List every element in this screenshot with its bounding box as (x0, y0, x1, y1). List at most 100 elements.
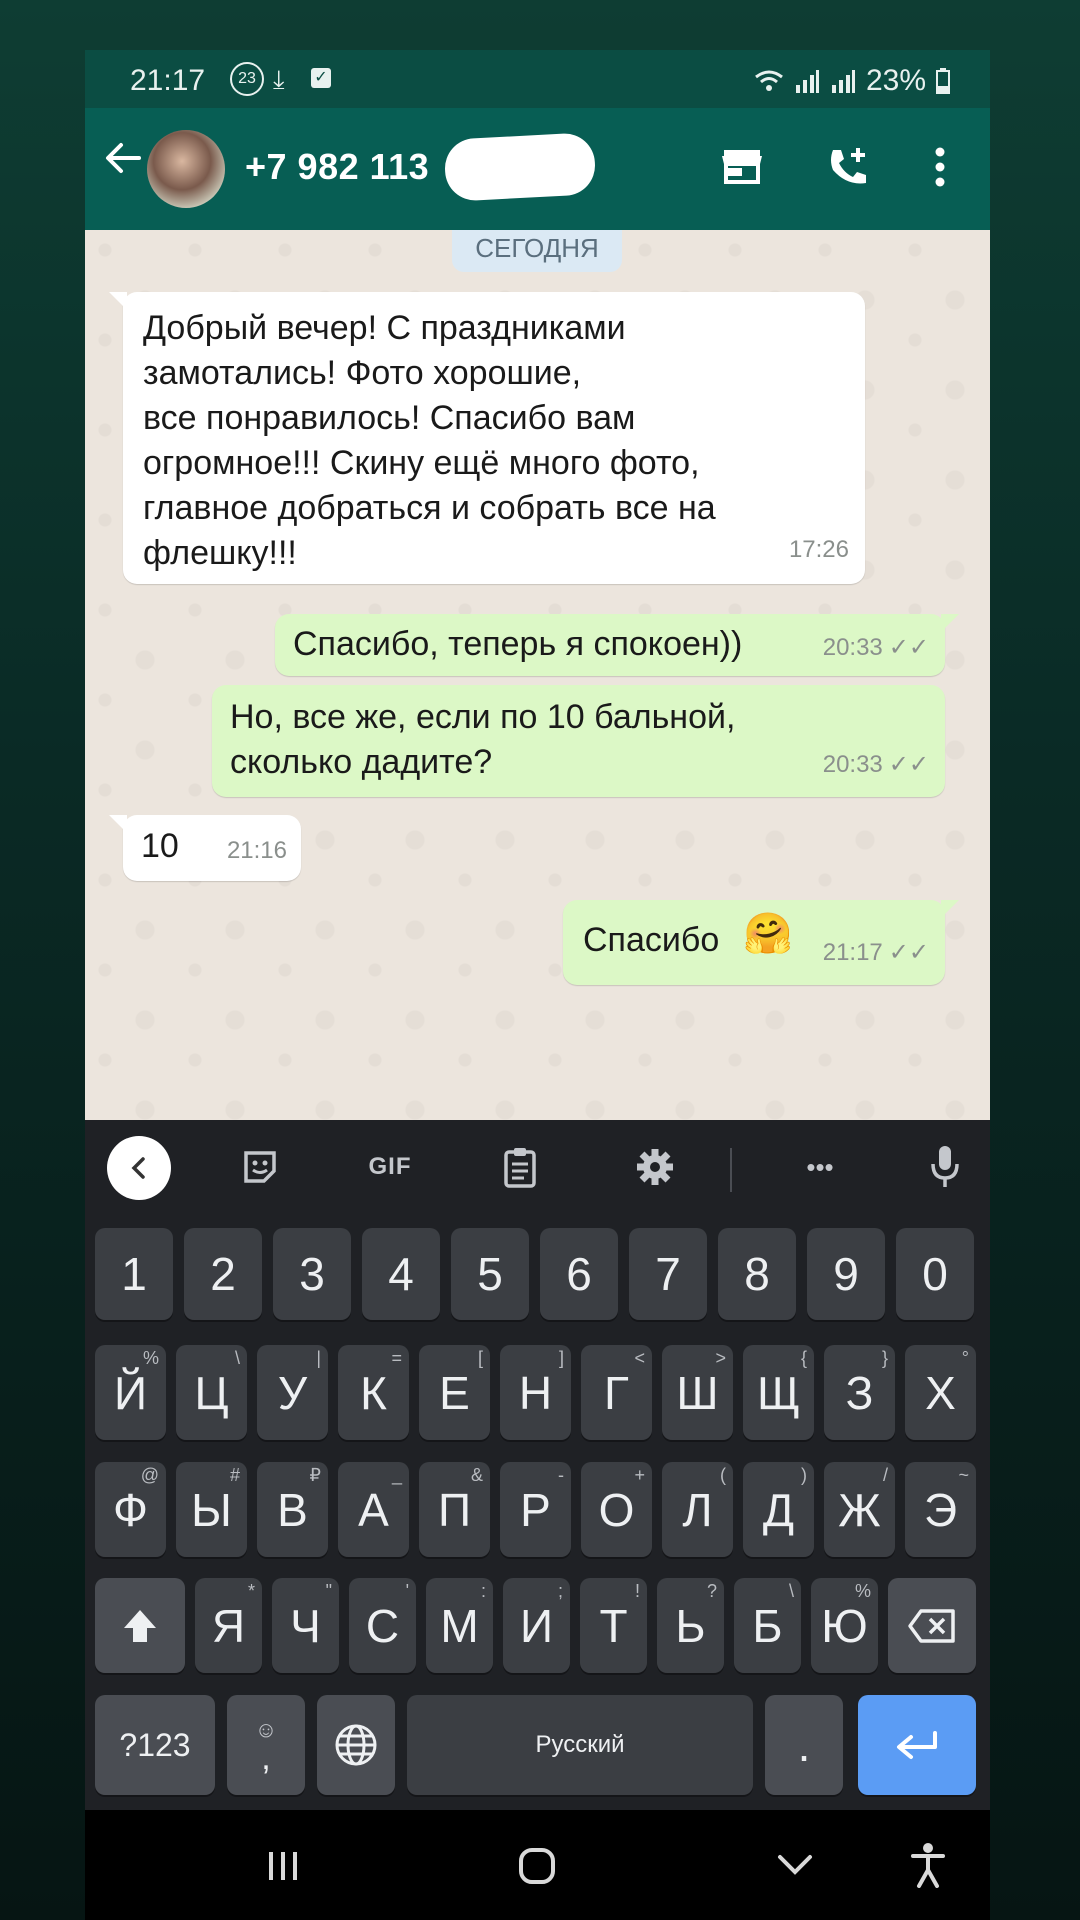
key-letter[interactable]: П & (419, 1462, 490, 1557)
key-label: Ь (675, 1599, 706, 1652)
key-letter[interactable]: Г < (581, 1345, 652, 1440)
message-bubble-outgoing[interactable]: Спасибо 🤗 21:17 ✓✓ (563, 900, 959, 985)
key-letter[interactable]: Ы # (176, 1462, 247, 1557)
message-line: замотались! Фото хорошие, (143, 354, 582, 392)
key-2[interactable]: 2 (184, 1228, 262, 1320)
key-letter[interactable]: М: (426, 1578, 493, 1673)
read-ticks-icon: ✓✓ (888, 634, 929, 661)
key-letter[interactable]: Э ~ (905, 1462, 976, 1557)
key-label: О (598, 1483, 635, 1536)
key-6[interactable]: 6 (540, 1228, 618, 1320)
key-letter[interactable]: З} (824, 1345, 895, 1440)
key-hint: > (715, 1348, 726, 1368)
key-7[interactable]: 7 (629, 1228, 707, 1320)
sticker-button[interactable] (235, 1142, 285, 1192)
key-letter[interactable]: Т! (580, 1578, 647, 1673)
more-options-icon[interactable] (933, 144, 947, 190)
space-bar[interactable]: Русский (407, 1695, 753, 1795)
shop-catalog-icon[interactable] (720, 144, 764, 188)
enter-key[interactable] (858, 1695, 976, 1795)
contact-name[interactable]: +7 982 113 (245, 146, 429, 188)
back-arrow-icon[interactable] (103, 138, 143, 178)
key-letter[interactable]: И; (503, 1578, 570, 1673)
key-letter[interactable]: Ч " (272, 1578, 339, 1673)
more-tools-button[interactable]: ••• (790, 1142, 850, 1192)
key-letter[interactable]: Ф @ (95, 1462, 166, 1557)
key-letter[interactable]: К = (338, 1345, 409, 1440)
key-letter[interactable]: Н] (500, 1345, 571, 1440)
key-hint: + (634, 1465, 645, 1485)
message-bubble-outgoing[interactable]: Спасибо, теперь я спокоен)) 20:33 ✓✓ (275, 614, 959, 676)
key-1[interactable]: 1 (95, 1228, 173, 1320)
key-letter[interactable]: Р- (500, 1462, 571, 1557)
clipboard-button[interactable] (495, 1142, 545, 1192)
key-label: Р (520, 1483, 551, 1536)
key-hint: * (247, 1581, 255, 1601)
microphone-icon (931, 1146, 959, 1187)
key-letter[interactable]: Ю% (811, 1578, 878, 1673)
checkbox-notification-icon: ✓ (311, 68, 331, 88)
key-label: Ы (191, 1483, 232, 1536)
home-icon[interactable] (517, 1846, 557, 1886)
key-label: Т (599, 1599, 628, 1652)
key-letter[interactable]: О + (581, 1462, 652, 1557)
key-letter[interactable]: Д) (743, 1462, 814, 1557)
key-hint: ° (961, 1348, 969, 1368)
key-label: Ж (838, 1483, 881, 1536)
chevron-down-icon[interactable] (775, 1850, 815, 1880)
settings-button[interactable] (630, 1142, 680, 1192)
key-letter[interactable]: Щ{ (743, 1345, 814, 1440)
keyboard-toolbar: GIF ••• (85, 1120, 990, 1215)
voice-input-button[interactable] (925, 1142, 965, 1192)
symbols-key[interactable]: ?123 (95, 1695, 215, 1795)
emoji-comma-key[interactable]: ☺ , (227, 1695, 305, 1795)
comma-label: , (261, 1739, 271, 1777)
key-hint: # (229, 1465, 240, 1485)
key-letter[interactable]: Ж / (824, 1462, 895, 1557)
key-letter[interactable]: Б \ (734, 1578, 801, 1673)
message-line: огромное!!! Скину ещё много фото, (143, 444, 700, 482)
hugging-face-emoji: 🤗 (743, 912, 793, 956)
key-letter[interactable]: У | (257, 1345, 328, 1440)
key-letter[interactable]: С ' (349, 1578, 416, 1673)
add-call-icon[interactable] (825, 144, 871, 190)
key-letter[interactable]: Х ° (905, 1345, 976, 1440)
recent-apps-icon[interactable] (265, 1848, 301, 1884)
key-5[interactable]: 5 (451, 1228, 529, 1320)
key-letter[interactable]: Я * (195, 1578, 262, 1673)
backspace-key[interactable] (888, 1578, 976, 1673)
key-4[interactable]: 4 (362, 1228, 440, 1320)
key-9[interactable]: 9 (807, 1228, 885, 1320)
shift-key[interactable] (95, 1578, 185, 1673)
message-bubble-incoming[interactable]: Добрый вечер! С праздниками замотались! … (109, 292, 865, 584)
key-8[interactable]: 8 (718, 1228, 796, 1320)
period-key[interactable]: . (765, 1695, 843, 1795)
key-letter[interactable]: Ь? (657, 1578, 724, 1673)
language-key[interactable] (317, 1695, 395, 1795)
key-hint: ; (557, 1581, 563, 1601)
gif-button[interactable]: GIF (360, 1142, 420, 1192)
key-letter[interactable]: Е[ (419, 1345, 490, 1440)
key-letter[interactable]: Ш > (662, 1345, 733, 1440)
date-chip: СЕГОДНЯ (452, 230, 622, 272)
message-time: 21:16 (226, 837, 287, 864)
toolbar-divider (730, 1148, 732, 1192)
chat-area[interactable]: СЕГОДНЯ Добрый вечер! С праздниками замо… (85, 230, 990, 1285)
enter-arrow-icon (897, 1731, 937, 1759)
key-hint: ? (706, 1581, 717, 1601)
message-bubble-incoming[interactable]: 10 21:16 (109, 815, 301, 881)
key-letter[interactable]: А _ (338, 1462, 409, 1557)
message-bubble-outgoing[interactable]: Но, все же, если по 10 бальной, сколько … (212, 685, 945, 797)
message-line: флешку!!! (143, 534, 297, 572)
key-letter[interactable]: Л( (662, 1462, 733, 1557)
key-label: Л (682, 1483, 713, 1536)
contact-avatar[interactable] (147, 130, 225, 208)
key-3[interactable]: 3 (273, 1228, 351, 1320)
collapse-toolbar-button[interactable] (107, 1136, 171, 1200)
accessibility-icon[interactable] (910, 1842, 946, 1888)
key-letter[interactable]: В ₽ (257, 1462, 328, 1557)
key-letter[interactable]: Й% (95, 1345, 166, 1440)
status-bar: 21:17 23 ⤓ ✓ 23% (85, 50, 990, 108)
key-0[interactable]: 0 (896, 1228, 974, 1320)
key-letter[interactable]: Ц \ (176, 1345, 247, 1440)
